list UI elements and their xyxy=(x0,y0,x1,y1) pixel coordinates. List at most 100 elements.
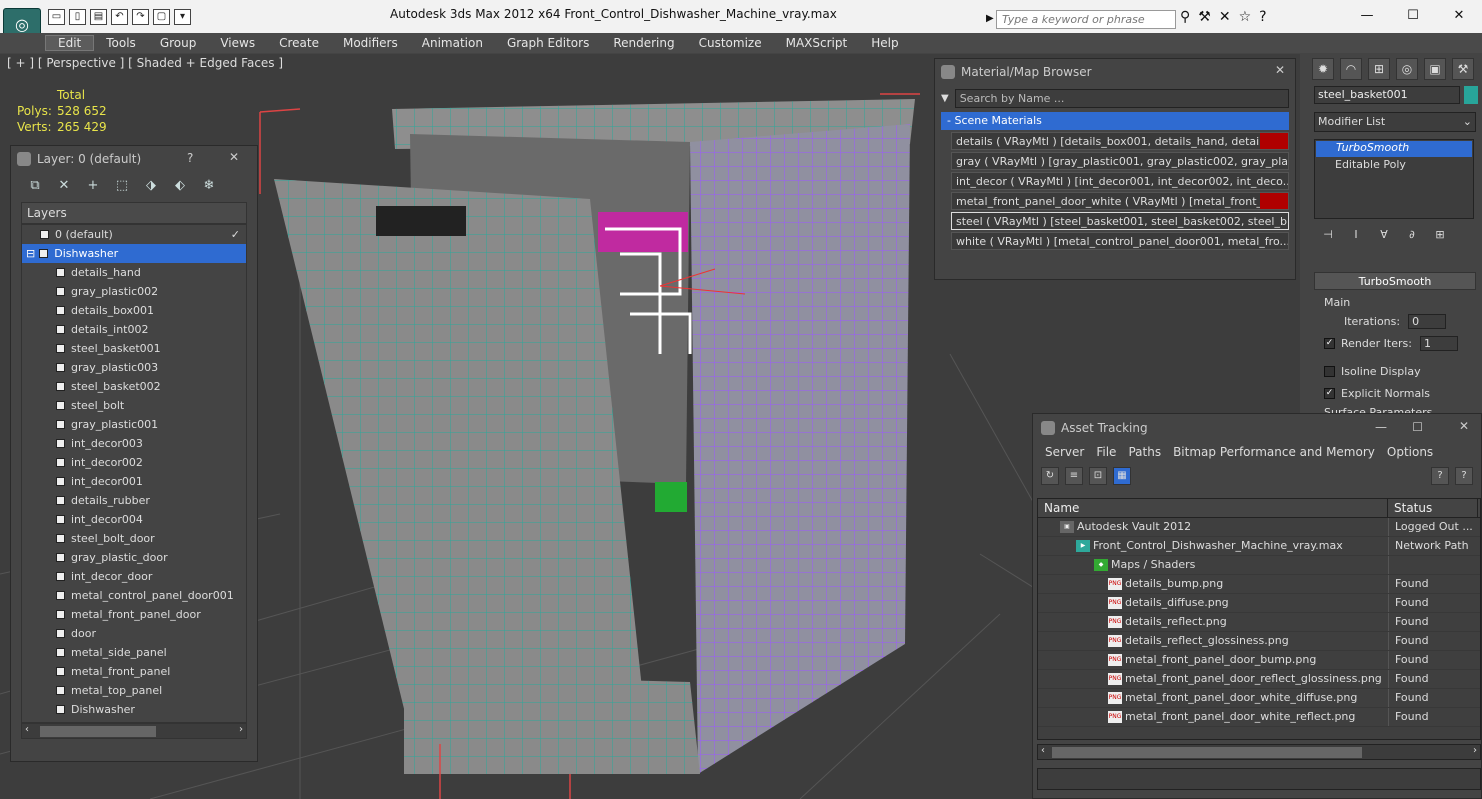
refresh-icon[interactable]: ↻ xyxy=(1041,467,1059,485)
asset-row[interactable]: PNG metal_front_panel_door_bump.png Found xyxy=(1038,651,1480,670)
layer-object-item[interactable]: int_decor001 xyxy=(22,472,246,491)
maximize-icon[interactable]: ☐ xyxy=(1412,420,1423,434)
explicit-normals-checkbox[interactable]: ✓ xyxy=(1324,387,1335,399)
motion-tab-icon[interactable]: ◎ xyxy=(1396,58,1418,80)
layer-object-item[interactable]: int_decor_door xyxy=(22,567,246,586)
asset-row[interactable]: PNG metal_front_panel_door_white_reflect.… xyxy=(1038,708,1480,727)
layer-object-item[interactable]: gray_plastic002 xyxy=(22,282,246,301)
delete-layer-icon[interactable]: ✕ xyxy=(54,178,74,194)
asset-row[interactable]: PNG details_diffuse.png Found xyxy=(1038,594,1480,613)
layer-object-item[interactable]: int_decor003 xyxy=(22,434,246,453)
help-icon[interactable]: ? xyxy=(1259,9,1266,25)
column-name[interactable]: Name xyxy=(1038,499,1388,517)
menu-edit[interactable]: Edit xyxy=(45,35,95,51)
render-iters-checkbox[interactable]: ✓ xyxy=(1324,337,1335,349)
asset-row[interactable]: ◆ Maps / Shaders xyxy=(1038,556,1480,575)
pin-stack-icon[interactable]: ⊣ xyxy=(1320,228,1336,244)
viewport-label[interactable]: [ + ] [ Perspective ] [ Shaded + Edged F… xyxy=(7,56,283,70)
modifier-list-dropdown[interactable]: Modifier List ⌄ xyxy=(1314,112,1476,132)
render-iters-spinner[interactable]: 1 xyxy=(1419,335,1458,351)
help-button[interactable]: ? xyxy=(187,151,193,165)
turbosmooth-rollout[interactable]: TurboSmooth xyxy=(1314,272,1476,290)
asset-row[interactable]: PNG details_bump.png Found xyxy=(1038,575,1480,594)
object-name-input[interactable]: steel_basket001 xyxy=(1314,86,1460,104)
display-tab-icon[interactable]: ▣ xyxy=(1424,58,1446,80)
layer-object-item[interactable]: steel_bolt xyxy=(22,396,246,415)
save-icon[interactable]: ▤ xyxy=(90,9,107,25)
layer-object-item[interactable]: steel_basket002 xyxy=(22,377,246,396)
iterations-spinner[interactable]: 0 xyxy=(1408,313,1447,329)
menu-views[interactable]: Views xyxy=(208,36,267,50)
configure-sets-icon[interactable]: ⊞ xyxy=(1432,228,1448,244)
wrench-icon[interactable]: ⚒ xyxy=(1198,9,1211,25)
open-file-icon[interactable]: ▯ xyxy=(69,9,86,25)
material-row[interactable]: details ( VRayMtl ) [details_box001, det… xyxy=(951,132,1289,150)
asset-row[interactable]: PNG metal_front_panel_door_reflect_glossi… xyxy=(1038,670,1480,689)
menu-create[interactable]: Create xyxy=(267,36,331,50)
close-icon[interactable]: ✕ xyxy=(1459,419,1469,433)
undo-icon[interactable]: ↶ xyxy=(111,9,128,25)
close-panel-button[interactable]: ✕ xyxy=(229,150,239,164)
menu-rendering[interactable]: Rendering xyxy=(601,36,686,50)
layer-dishwasher[interactable]: ⊟ Dishwasher xyxy=(22,244,246,263)
menu-file[interactable]: File xyxy=(1090,445,1122,459)
material-row[interactable]: white ( VRayMtl ) [metal_control_panel_d… xyxy=(951,232,1289,250)
isoline-display-checkbox[interactable] xyxy=(1324,365,1335,377)
menu-options[interactable]: Options xyxy=(1381,445,1439,459)
asset-horizontal-scrollbar[interactable]: ‹ › xyxy=(1037,744,1481,760)
layer-object-item[interactable]: gray_plastic003 xyxy=(22,358,246,377)
highlight-layer-icon[interactable]: ⬗ xyxy=(141,178,161,194)
layer-object-item[interactable]: metal_top_panel xyxy=(22,681,246,700)
layer-object-item[interactable]: gray_plastic001 xyxy=(22,415,246,434)
material-row-selected[interactable]: steel ( VRayMtl ) [steel_basket001, stee… xyxy=(951,212,1289,230)
hide-all-icon[interactable]: ⬖ xyxy=(170,178,190,194)
menu-group[interactable]: Group xyxy=(148,36,209,50)
remove-modifier-icon[interactable]: ∂ xyxy=(1404,228,1420,244)
minimize-icon[interactable]: — xyxy=(1344,0,1390,30)
make-unique-icon[interactable]: ∀ xyxy=(1376,228,1392,244)
asset-row[interactable]: PNG details_reflect_glossiness.png Found xyxy=(1038,632,1480,651)
freeze-all-icon[interactable]: ❄ xyxy=(199,178,219,194)
layer-object-item[interactable]: gray_plastic_door xyxy=(22,548,246,567)
maximize-icon[interactable]: ☐ xyxy=(1390,0,1436,30)
asset-row[interactable]: PNG details_reflect.png Found xyxy=(1038,613,1480,632)
layer-object-item[interactable]: Dishwasher xyxy=(22,700,246,719)
layer-default[interactable]: 0 (default) ✓ xyxy=(22,225,246,244)
project-folder-icon[interactable]: ▢ xyxy=(153,9,170,25)
material-row[interactable]: gray ( VRayMtl ) [gray_plastic001, gray_… xyxy=(951,152,1289,170)
menu-modifiers[interactable]: Modifiers xyxy=(331,36,410,50)
keyword-search-input[interactable]: Type a keyword or phrase xyxy=(996,10,1176,29)
asset-row[interactable]: ▶ Front_Control_Dishwasher_Machine_vray.m… xyxy=(1038,537,1480,556)
layer-object-item[interactable]: steel_basket001 xyxy=(22,339,246,358)
layer-object-item[interactable]: metal_control_panel_door001 xyxy=(22,586,246,605)
search-expand-icon[interactable]: ▶ xyxy=(986,13,994,24)
stack-item-editable-poly[interactable]: Editable Poly xyxy=(1315,158,1473,174)
dropdown-icon[interactable]: ▾ xyxy=(174,9,191,25)
options-dropdown-icon[interactable]: ▼ xyxy=(941,93,949,104)
column-status[interactable]: Status xyxy=(1388,499,1478,517)
help-question-icon[interactable]: ? xyxy=(1455,467,1473,485)
menu-customize[interactable]: Customize xyxy=(687,36,774,50)
layer-object-item[interactable]: metal_front_panel xyxy=(22,662,246,681)
select-objects-icon[interactable]: ⬚ xyxy=(112,178,132,194)
layer-object-item[interactable]: int_decor002 xyxy=(22,453,246,472)
redo-icon[interactable]: ↷ xyxy=(132,9,149,25)
hierarchy-tab-icon[interactable]: ⊞ xyxy=(1368,58,1390,80)
star-icon[interactable]: ☆ xyxy=(1239,9,1252,25)
object-color-swatch[interactable] xyxy=(1464,86,1478,104)
layer-object-item[interactable]: details_hand xyxy=(22,263,246,282)
binoculars-icon[interactable]: ⚲ xyxy=(1180,9,1190,25)
layer-panel-header[interactable]: Layer: 0 (default) ? ✕ xyxy=(11,146,257,172)
asset-row[interactable]: ▣ Autodesk Vault 2012 Logged Out ... xyxy=(1038,518,1480,537)
layer-object-item[interactable]: int_decor004 xyxy=(22,510,246,529)
layer-object-item[interactable]: metal_side_panel xyxy=(22,643,246,662)
minimize-icon[interactable]: — xyxy=(1375,420,1387,434)
scene-materials-group[interactable]: - Scene Materials xyxy=(941,112,1289,130)
menu-tools[interactable]: Tools xyxy=(94,36,148,50)
material-row[interactable]: metal_front_panel_door_white ( VRayMtl )… xyxy=(951,192,1289,210)
material-row[interactable]: int_decor ( VRayMtl ) [int_decor001, int… xyxy=(951,172,1289,190)
menu-server[interactable]: Server xyxy=(1039,445,1090,459)
menu-animation[interactable]: Animation xyxy=(410,36,495,50)
show-end-result-icon[interactable]: Ⅰ xyxy=(1348,228,1364,244)
menu-graph-editors[interactable]: Graph Editors xyxy=(495,36,601,50)
